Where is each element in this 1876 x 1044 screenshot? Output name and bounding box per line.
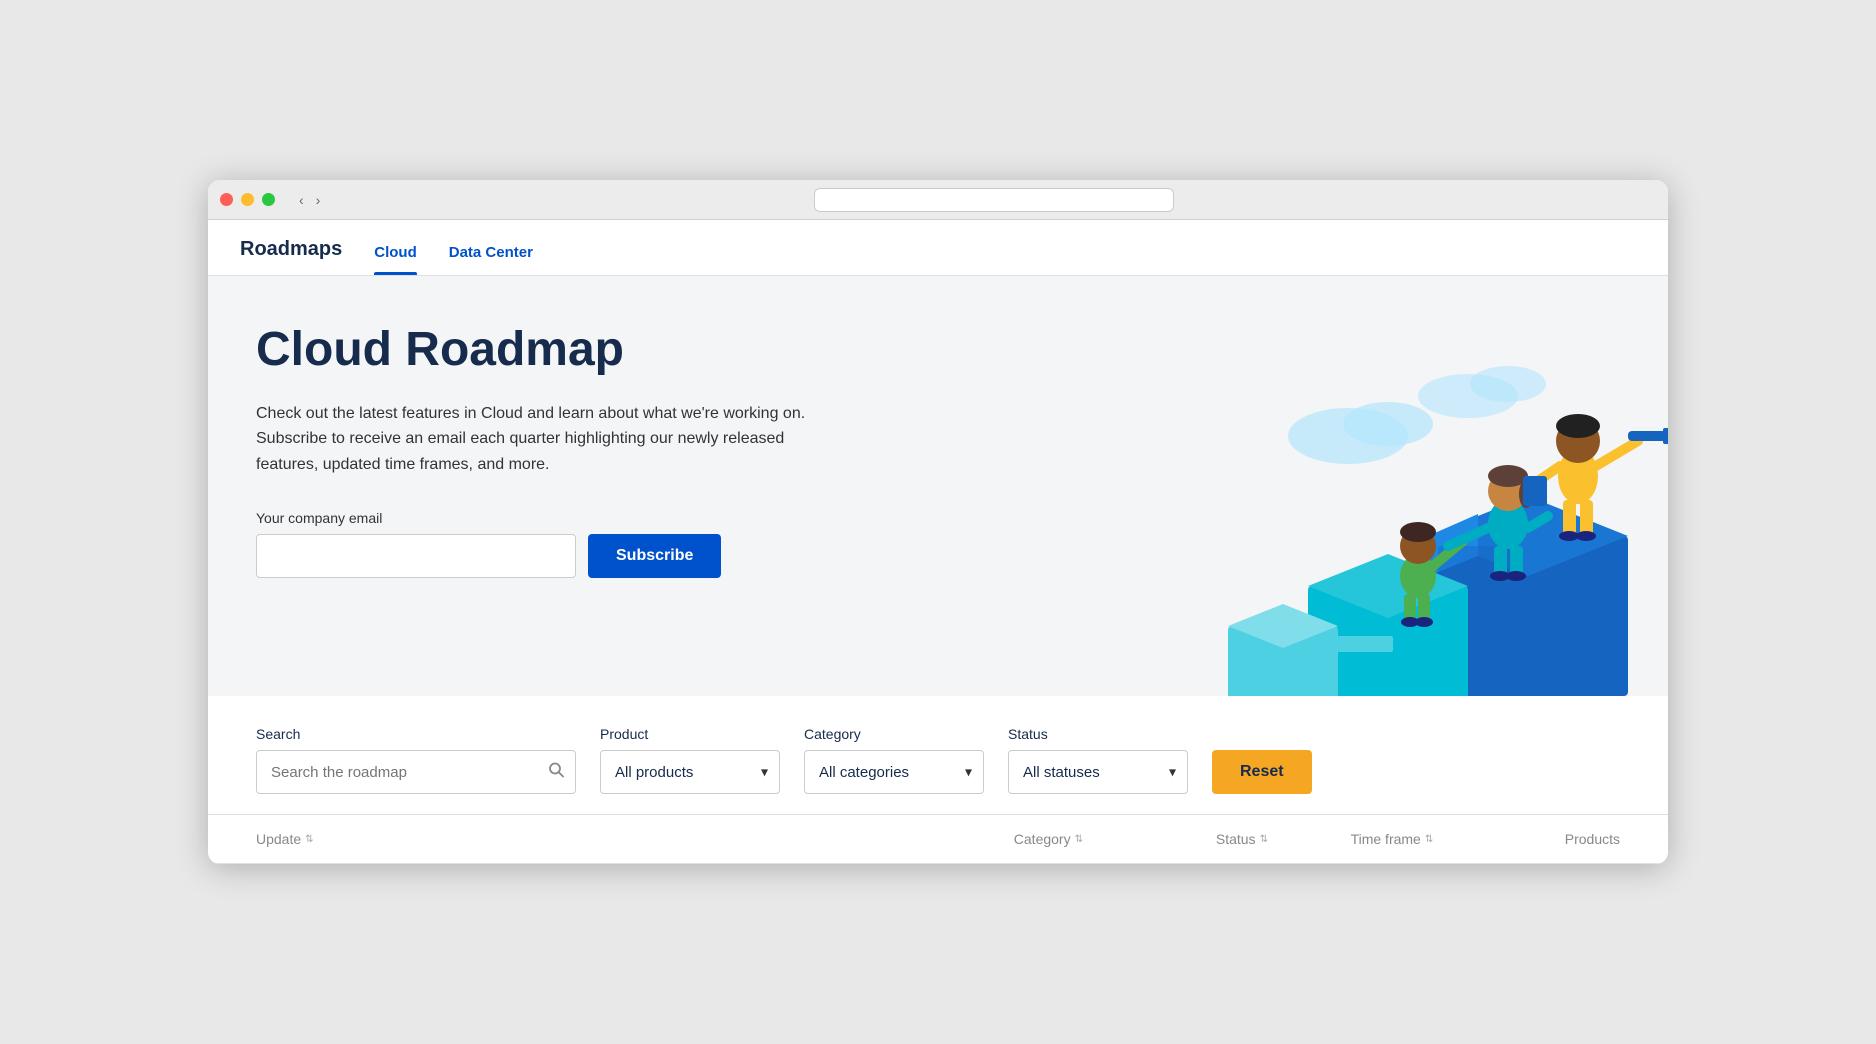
col-header-status[interactable]: Status ⇅ bbox=[1216, 831, 1351, 847]
search-input[interactable] bbox=[256, 750, 576, 794]
col-header-update[interactable]: Update ⇅ bbox=[256, 831, 593, 847]
col-header-products: Products bbox=[1502, 831, 1620, 847]
titlebar: ‹ › bbox=[208, 180, 1668, 220]
tab-data-center[interactable]: Data Center bbox=[449, 244, 533, 275]
search-icon bbox=[548, 762, 564, 783]
product-label: Product bbox=[600, 726, 780, 742]
tab-cloud[interactable]: Cloud bbox=[374, 244, 417, 275]
hero-title: Cloud Roadmap bbox=[256, 324, 916, 377]
col-header-category[interactable]: Category ⇅ bbox=[1014, 831, 1216, 847]
filter-row: Search Product All products bbox=[256, 720, 1620, 794]
filter-bar: Search Product All products bbox=[208, 696, 1668, 815]
status-select-wrap: All statuses Shipped In progress Coming … bbox=[1008, 750, 1188, 794]
search-input-wrap bbox=[256, 750, 576, 794]
reset-group: Reset bbox=[1212, 720, 1312, 794]
email-label: Your company email bbox=[256, 510, 916, 526]
product-group: Product All products Jira Confluence Tre… bbox=[600, 726, 780, 794]
category-select-wrap: All categories Automation Admin Integrat… bbox=[804, 750, 984, 794]
subscribe-button[interactable]: Subscribe bbox=[588, 534, 721, 578]
back-button[interactable]: ‹ bbox=[295, 190, 308, 210]
browser-window: ‹ › Roadmaps Cloud Data Center Cloud Roa… bbox=[208, 180, 1668, 864]
sort-icon-update: ⇅ bbox=[305, 834, 313, 845]
forward-button[interactable]: › bbox=[312, 190, 325, 210]
sort-icon-timeframe: ⇅ bbox=[1425, 834, 1433, 845]
search-group: Search bbox=[256, 726, 576, 794]
subscribe-form: Subscribe bbox=[256, 534, 916, 578]
nav-buttons: ‹ › bbox=[295, 190, 324, 210]
search-label: Search bbox=[256, 726, 576, 742]
url-bar[interactable] bbox=[814, 188, 1174, 212]
category-select[interactable]: All categories Automation Admin Integrat… bbox=[804, 750, 984, 794]
status-label: Status bbox=[1008, 726, 1188, 742]
status-group: Status All statuses Shipped In progress … bbox=[1008, 726, 1188, 794]
brand-logo: Roadmaps bbox=[240, 238, 342, 275]
hero-content: Cloud Roadmap Check out the latest featu… bbox=[256, 324, 916, 578]
sort-icon-category: ⇅ bbox=[1075, 834, 1083, 845]
col-header-timeframe[interactable]: Time frame ⇅ bbox=[1351, 831, 1503, 847]
category-label: Category bbox=[804, 726, 984, 742]
reset-button[interactable]: Reset bbox=[1212, 750, 1312, 794]
sort-icon-status: ⇅ bbox=[1260, 834, 1268, 845]
status-select[interactable]: All statuses Shipped In progress Coming … bbox=[1008, 750, 1188, 794]
product-select[interactable]: All products Jira Confluence Trello Bitb… bbox=[600, 750, 780, 794]
maximize-button[interactable] bbox=[262, 193, 275, 206]
hero-description: Check out the latest features in Cloud a… bbox=[256, 401, 836, 478]
product-select-wrap: All products Jira Confluence Trello Bitb… bbox=[600, 750, 780, 794]
table-header: Update ⇅ Category ⇅ Status ⇅ Time frame … bbox=[208, 815, 1668, 864]
hero-illustration bbox=[1148, 276, 1668, 696]
close-button[interactable] bbox=[220, 193, 233, 206]
category-group: Category All categories Automation Admin… bbox=[804, 726, 984, 794]
top-navbar: Roadmaps Cloud Data Center bbox=[208, 220, 1668, 276]
minimize-button[interactable] bbox=[241, 193, 254, 206]
hero-section: Cloud Roadmap Check out the latest featu… bbox=[208, 276, 1668, 696]
email-input[interactable] bbox=[256, 534, 576, 578]
